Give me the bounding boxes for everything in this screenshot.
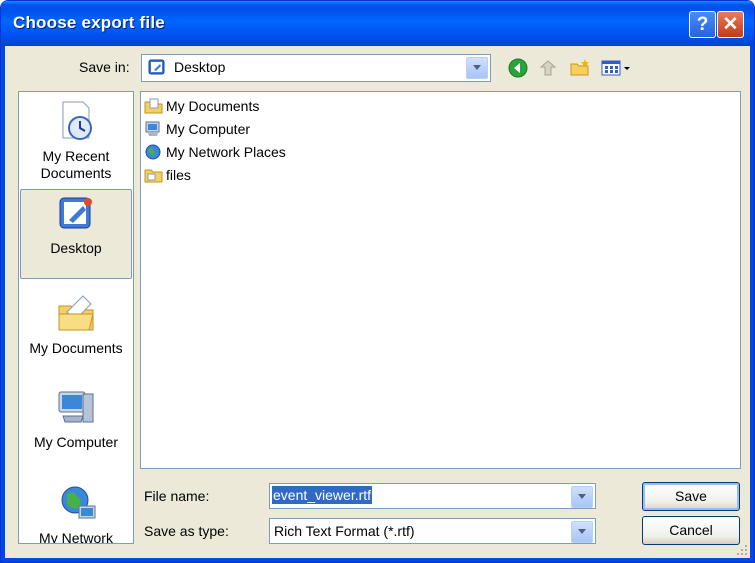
window-frame-right — [750, 46, 754, 562]
window-title: Choose export file — [13, 13, 165, 32]
save-in-value: Desktop — [174, 59, 226, 75]
file-name-label: File name: — [144, 488, 210, 504]
cancel-button[interactable]: Cancel — [642, 516, 740, 545]
back-icon[interactable] — [507, 57, 529, 79]
help-button[interactable]: ? — [689, 11, 716, 38]
list-item-label: My Documents — [166, 97, 260, 114]
save-type-dropdown[interactable]: Rich Text Format (*.rtf) — [269, 518, 596, 544]
desktop-icon — [148, 59, 165, 75]
save-in-dropdown[interactable]: Desktop — [141, 54, 491, 82]
my-network-icon — [61, 486, 96, 519]
place-label: Desktop — [50, 240, 102, 256]
place-desktop[interactable]: Desktop — [20, 189, 132, 279]
place-my-network[interactable]: My Network — [19, 480, 133, 544]
file-name-value[interactable]: event_viewer.rtf — [272, 486, 373, 504]
list-item-label: My Computer — [166, 120, 251, 137]
file-name-field[interactable]: event_viewer.rtf — [269, 483, 596, 509]
save-in-label: Save in: — [79, 59, 130, 75]
my-computer-icon — [145, 121, 160, 136]
chevron-down-icon[interactable] — [466, 57, 488, 79]
desktop-icon — [59, 197, 92, 229]
place-my-documents[interactable]: My Documents — [19, 290, 133, 357]
window-frame-bottom — [1, 558, 754, 562]
list-item[interactable]: files — [144, 164, 191, 185]
list-item[interactable]: My Computer — [144, 118, 250, 139]
title-bar[interactable]: Choose export file ? ✕ — [1, 1, 754, 46]
resize-grip-icon[interactable] — [736, 544, 748, 556]
place-label: My Recent Documents — [40, 148, 112, 181]
places-bar: My Recent Documents Desktop My Documents — [18, 91, 134, 544]
place-label: My Documents — [29, 340, 123, 356]
place-label: My Network — [39, 530, 113, 544]
window-frame-left — [1, 46, 5, 562]
chevron-down-icon[interactable] — [571, 521, 593, 543]
new-folder-icon[interactable] — [569, 57, 591, 79]
my-computer-icon — [58, 391, 94, 423]
list-item[interactable]: My Network Places — [144, 141, 286, 162]
my-documents-icon — [144, 98, 163, 113]
export-dialog: Choose export file ? ✕ Save in: Desktop — [0, 0, 755, 563]
recent-documents-icon — [62, 101, 92, 140]
list-item[interactable]: My Documents — [144, 95, 259, 116]
list-item-label: My Network Places — [166, 143, 286, 160]
save-type-label: Save as type: — [144, 523, 229, 539]
save-button[interactable]: Save — [642, 482, 740, 511]
network-places-icon — [145, 144, 161, 159]
chevron-down-icon[interactable] — [571, 486, 593, 508]
my-documents-icon — [58, 295, 94, 331]
place-my-computer[interactable]: My Computer — [19, 384, 133, 451]
place-recent-documents[interactable]: My Recent Documents — [19, 98, 133, 182]
close-button[interactable]: ✕ — [717, 11, 744, 38]
file-list[interactable]: My Documents My Computer My Network Plac… — [140, 91, 741, 469]
save-type-value: Rich Text Format (*.rtf) — [274, 523, 415, 539]
views-menu-icon[interactable] — [601, 57, 633, 79]
place-label: My Computer — [33, 434, 119, 450]
up-folder-icon[interactable] — [537, 57, 559, 79]
folder-icon — [144, 169, 163, 182]
list-item-label: files — [166, 166, 191, 183]
